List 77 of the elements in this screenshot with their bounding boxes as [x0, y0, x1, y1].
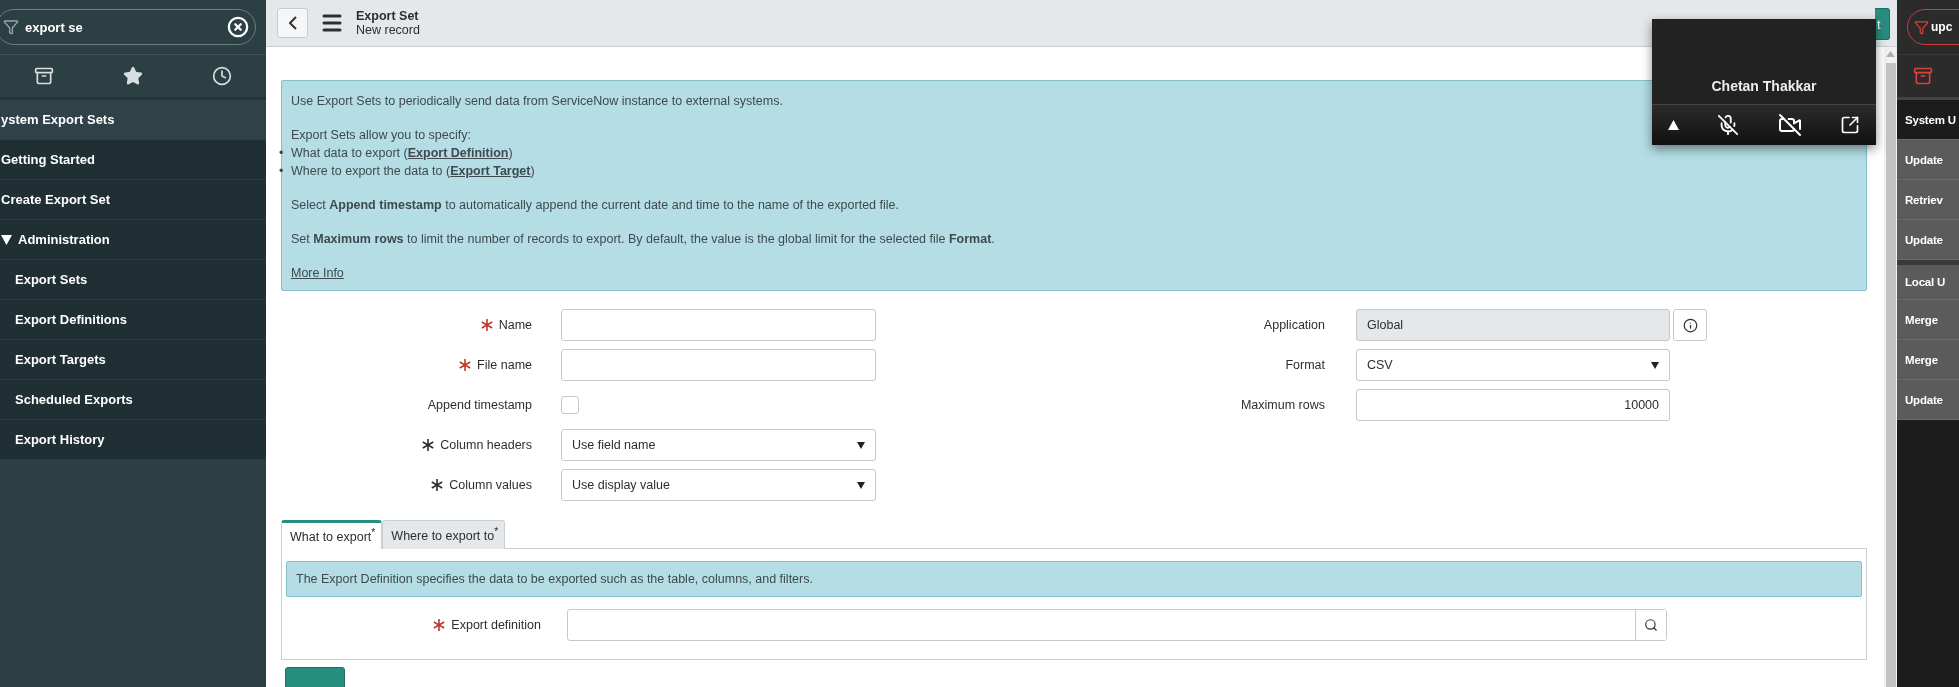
clock-icon[interactable] — [211, 66, 232, 86]
scrollbar-thumb[interactable] — [1885, 63, 1896, 687]
field-label: Column headers — [440, 438, 532, 452]
info-text: Use Export Sets to periodically send data from ServiceNow instance to external systems. — [291, 93, 784, 110]
search-button[interactable] — [1635, 610, 1666, 640]
nav-item[interactable]: Merge — [1897, 300, 1959, 340]
back-icon — [288, 16, 297, 30]
link[interactable]: Export Definition — [407, 146, 509, 160]
participant-name: Chetan Thakkar — [1711, 78, 1817, 94]
field-label: Append timestamp — [427, 398, 532, 412]
reference-field[interactable] — [567, 609, 1667, 641]
nav-item[interactable]: Export Targets — [0, 340, 266, 380]
field-label: Column values — [449, 478, 532, 492]
required-icon — [422, 439, 435, 451]
header-button[interactable]: t — [1875, 8, 1890, 40]
tab[interactable]: Where to export to$^{*}$ — [382, 520, 506, 549]
nav-item[interactable]: Local U — [1897, 260, 1959, 300]
nav-item[interactable]: Create Export Set — [0, 180, 266, 220]
bullet-marker: • — [279, 145, 284, 162]
nav-item[interactable]: Administration — [0, 220, 266, 260]
mic-muted-icon[interactable] — [1717, 114, 1740, 136]
caret-icon — [1651, 361, 1659, 369]
back-button[interactable] — [277, 8, 308, 38]
star-icon[interactable] — [123, 66, 143, 86]
nav-item[interactable]: Update — [1897, 380, 1959, 420]
search-icon — [1644, 618, 1658, 632]
info-text: Select Append timestamp to automatically append the current date and time to the name of the exported file. — [291, 197, 900, 214]
text-field[interactable] — [561, 309, 876, 341]
link[interactable]: Export Target — [450, 164, 531, 178]
field-label: Application — [1263, 318, 1325, 332]
more-info-link[interactable]: More Info — [291, 266, 344, 280]
select-field[interactable]: Use display value — [561, 469, 876, 501]
field-label: Export definition — [451, 618, 541, 632]
clear-icon[interactable] — [227, 16, 249, 38]
nav-item[interactable]: Export Definitions — [0, 300, 266, 340]
select-field[interactable]: CSV — [1356, 349, 1670, 381]
field-label: Name — [498, 318, 532, 332]
required-icon — [459, 359, 472, 371]
tab[interactable]: What to export$^{*}$ — [281, 520, 383, 549]
required-icon — [431, 479, 444, 491]
form-subtitle: New record — [356, 23, 420, 37]
caret-icon — [857, 481, 865, 489]
info-message: The Export Definition specifies the data to be exported such as the table, columns, and filters. — [286, 561, 1862, 597]
checkbox[interactable] — [561, 396, 579, 414]
field-label: Maximum rows — [1240, 398, 1325, 412]
video-off-icon[interactable] — [1777, 113, 1802, 137]
field-label: Format — [1285, 358, 1325, 372]
info-icon — [1682, 317, 1698, 333]
nav-item[interactable]: Scheduled Exports — [0, 380, 266, 420]
info-text: Export Sets allow you to specify: — [291, 127, 472, 144]
info-text: Set Maximum rows to limit the number of records to export. By default, the value is the global limit for the selected file Format. — [291, 231, 996, 248]
expand-icon[interactable] — [1668, 120, 1679, 130]
nav-item[interactable]: Export History — [0, 420, 266, 460]
pop-out-icon[interactable] — [1840, 115, 1860, 135]
field-label: File name — [477, 358, 532, 372]
read-only-field: Global — [1356, 309, 1670, 341]
required-icon — [480, 319, 493, 331]
nav-item[interactable]: Update — [1897, 140, 1959, 180]
nav-item[interactable]: Update — [1897, 220, 1959, 260]
filter-icon — [1914, 19, 1929, 35]
select-field[interactable]: Use field name — [561, 429, 876, 461]
nav-item[interactable]: Getting Started — [0, 140, 266, 180]
info-button[interactable] — [1673, 309, 1707, 341]
info-text: What data to export (Export Definition) — [291, 145, 513, 162]
nav-item[interactable]: System U — [1897, 100, 1959, 140]
filter-icon — [3, 19, 19, 35]
info-text: Where to export the data to (Export Target) — [291, 163, 535, 180]
text-field[interactable]: 10000 — [1356, 389, 1670, 421]
caret-icon — [857, 441, 865, 449]
nav-item[interactable]: Merge — [1897, 340, 1959, 380]
archive-icon[interactable] — [34, 66, 55, 86]
bullet-marker: • — [279, 163, 284, 180]
form-title: Export Set — [356, 9, 420, 23]
text-field[interactable] — [561, 349, 876, 381]
nav-item[interactable]: Retriev — [1897, 180, 1959, 220]
nav-item[interactable]: Export Sets — [0, 260, 266, 300]
required-icon — [433, 619, 446, 631]
